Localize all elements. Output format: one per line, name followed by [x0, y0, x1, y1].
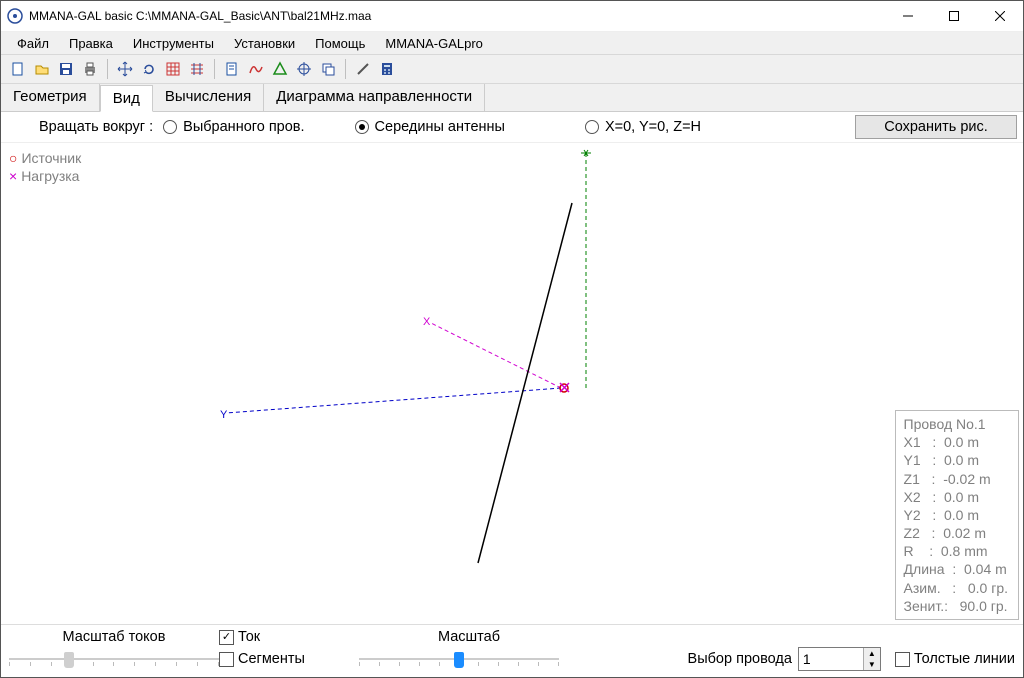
- checkbox-segments-label: Сегменты: [238, 651, 305, 667]
- tab-pattern[interactable]: Диаграмма направленности: [264, 84, 485, 111]
- checkbox-thick-lines-label: Толстые линии: [914, 651, 1015, 667]
- info-x1: X1 : 0.0 m: [904, 433, 1008, 451]
- info-x2: X2 : 0.0 m: [904, 488, 1008, 506]
- triangle-icon[interactable]: [269, 58, 291, 80]
- tab-geometry[interactable]: Геометрия: [1, 84, 100, 111]
- wire-select-input[interactable]: [799, 648, 863, 670]
- wire-info-panel: Провод No.1 X1 : 0.0 m Y1 : 0.0 m Z1 : -…: [895, 410, 1019, 620]
- radio-antenna-center-label: Середины антенны: [375, 119, 505, 135]
- toolbar-separator: [345, 59, 346, 79]
- target-icon[interactable]: [293, 58, 315, 80]
- move-icon[interactable]: [114, 58, 136, 80]
- close-button[interactable]: [977, 1, 1023, 31]
- curve-icon[interactable]: [245, 58, 267, 80]
- app-window: MMANA-GAL basic C:\MMANA-GAL_Basic\ANT\b…: [0, 0, 1024, 678]
- align-icon[interactable]: [186, 58, 208, 80]
- antenna-view: Y X: [1, 143, 1021, 624]
- checkbox-tok-label: Ток: [238, 629, 260, 645]
- tools-icon[interactable]: [352, 58, 374, 80]
- tab-view[interactable]: Вид: [100, 85, 153, 112]
- wire-select-spinner[interactable]: ▲ ▼: [798, 647, 881, 671]
- open-icon[interactable]: [31, 58, 53, 80]
- minimize-button[interactable]: [885, 1, 931, 31]
- save-image-button[interactable]: Сохранить рис.: [855, 115, 1017, 139]
- bottom-panel: Масштаб токов Ток Масштаб Сегменты: [1, 624, 1023, 677]
- checkbox-tok[interactable]: [219, 630, 234, 645]
- info-r: R : 0.8 mm: [904, 542, 1008, 560]
- info-z1: Z1 : -0.02 m: [904, 470, 1008, 488]
- svg-text:X: X: [423, 316, 431, 328]
- current-scale-label: Масштаб токов: [9, 629, 219, 645]
- calc-icon[interactable]: [376, 58, 398, 80]
- menu-file[interactable]: Файл: [7, 34, 59, 53]
- spinner-down-icon[interactable]: ▼: [864, 659, 880, 670]
- scale-slider[interactable]: [359, 649, 559, 669]
- radio-selected-wire[interactable]: [163, 120, 177, 134]
- menu-tools[interactable]: Инструменты: [123, 34, 224, 53]
- svg-text:Y: Y: [220, 409, 228, 421]
- checkbox-thick-lines[interactable]: [895, 652, 910, 667]
- rotate-row: Вращать вокруг : Выбранного пров. Середи…: [1, 112, 1023, 143]
- app-icon: [7, 8, 23, 24]
- toolbar: [1, 55, 1023, 84]
- menu-edit[interactable]: Правка: [59, 34, 123, 53]
- radio-selected-wire-label: Выбранного пров.: [183, 119, 304, 135]
- wire-select-label: Выбор провода: [688, 651, 792, 667]
- radio-antenna-center[interactable]: [355, 120, 369, 134]
- menu-pro[interactable]: MMANA-GALpro: [375, 34, 493, 53]
- new-icon[interactable]: [7, 58, 29, 80]
- toolbar-separator: [214, 59, 215, 79]
- tab-calc[interactable]: Вычисления: [153, 84, 264, 111]
- title-bar: MMANA-GAL basic C:\MMANA-GAL_Basic\ANT\b…: [1, 1, 1023, 32]
- current-scale-slider[interactable]: [9, 649, 219, 669]
- menu-settings[interactable]: Установки: [224, 34, 305, 53]
- reset-icon[interactable]: [138, 58, 160, 80]
- rotate-label: Вращать вокруг :: [39, 119, 153, 135]
- menu-help[interactable]: Помощь: [305, 34, 375, 53]
- info-zenith: Зенит.: 90.0 гр.: [904, 597, 1008, 615]
- toolbar-separator: [107, 59, 108, 79]
- window-controls: [885, 1, 1023, 31]
- window-title: MMANA-GAL basic C:\MMANA-GAL_Basic\ANT\b…: [29, 9, 885, 23]
- info-y2: Y2 : 0.0 m: [904, 506, 1008, 524]
- grid-icon[interactable]: [162, 58, 184, 80]
- tab-bar: Геометрия Вид Вычисления Диаграмма напра…: [1, 84, 1023, 112]
- info-azimuth: Азим. : 0.0 гр.: [904, 579, 1008, 597]
- info-z2: Z2 : 0.02 m: [904, 524, 1008, 542]
- checkbox-segments[interactable]: [219, 652, 234, 667]
- doc-icon[interactable]: [221, 58, 243, 80]
- radio-origin-label: X=0, Y=0, Z=H: [605, 119, 701, 135]
- canvas-area[interactable]: ○Источник ×Нагрузка Y X Пров: [1, 143, 1023, 624]
- info-title: Провод No.1: [904, 415, 1008, 433]
- menu-bar: Файл Правка Инструменты Установки Помощь…: [1, 32, 1023, 55]
- maximize-button[interactable]: [931, 1, 977, 31]
- copy-icon[interactable]: [317, 58, 339, 80]
- info-length: Длина : 0.04 m: [904, 560, 1008, 578]
- spinner-up-icon[interactable]: ▲: [864, 648, 880, 659]
- info-y1: Y1 : 0.0 m: [904, 451, 1008, 469]
- radio-origin[interactable]: [585, 120, 599, 134]
- scale-label: Масштаб: [359, 629, 579, 645]
- save-icon[interactable]: [55, 58, 77, 80]
- print-icon[interactable]: [79, 58, 101, 80]
